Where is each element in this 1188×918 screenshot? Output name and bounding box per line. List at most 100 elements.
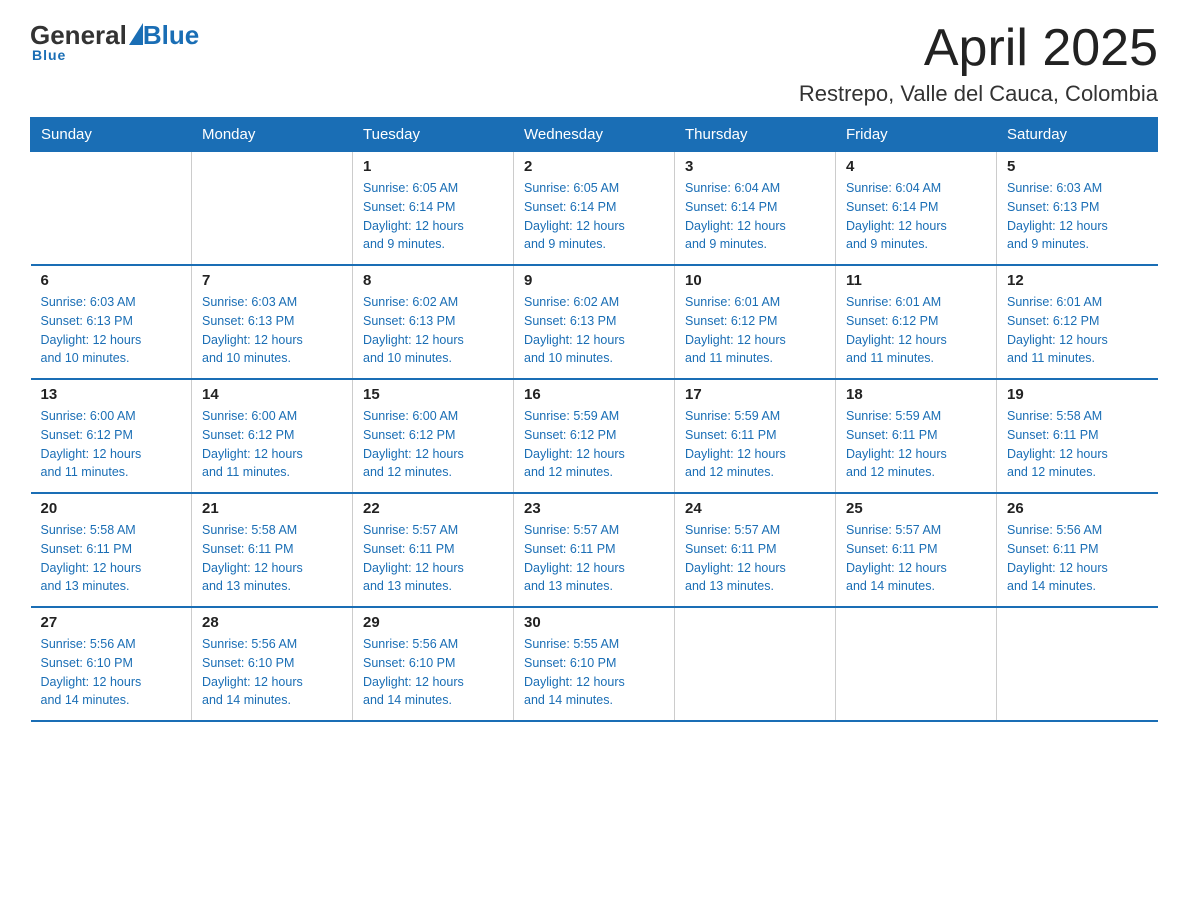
day-info: Sunrise: 5:58 AM Sunset: 6:11 PM Dayligh… (1007, 407, 1148, 482)
calendar-cell: 6 Sunrise: 6:03 AM Sunset: 6:13 PM Daylig… (31, 265, 192, 379)
weekday-header-row: SundayMondayTuesdayWednesdayThursdayFrid… (31, 118, 1158, 152)
day-info: Sunrise: 6:04 AM Sunset: 6:14 PM Dayligh… (685, 179, 825, 254)
day-info: Sunrise: 6:03 AM Sunset: 6:13 PM Dayligh… (1007, 179, 1148, 254)
title-block: April 2025 Restrepo, Valle del Cauca, Co… (799, 20, 1158, 107)
calendar-cell: 22 Sunrise: 5:57 AM Sunset: 6:11 PM Dayli… (353, 493, 514, 607)
weekday-header-wednesday: Wednesday (514, 118, 675, 152)
day-number: 13 (41, 386, 182, 403)
calendar-cell: 16 Sunrise: 5:59 AM Sunset: 6:12 PM Dayli… (514, 379, 675, 493)
calendar-cell: 2 Sunrise: 6:05 AM Sunset: 6:14 PM Daylig… (514, 152, 675, 266)
day-number: 21 (202, 500, 342, 517)
logo-blue-text: Blue (143, 20, 199, 51)
weekday-header-monday: Monday (192, 118, 353, 152)
weekday-header-tuesday: Tuesday (353, 118, 514, 152)
day-info: Sunrise: 6:03 AM Sunset: 6:13 PM Dayligh… (41, 293, 182, 368)
day-info: Sunrise: 5:57 AM Sunset: 6:11 PM Dayligh… (363, 521, 503, 596)
day-info: Sunrise: 6:05 AM Sunset: 6:14 PM Dayligh… (524, 179, 664, 254)
calendar-cell (192, 152, 353, 266)
day-number: 18 (846, 386, 986, 403)
calendar-cell: 24 Sunrise: 5:57 AM Sunset: 6:11 PM Dayli… (675, 493, 836, 607)
day-info: Sunrise: 6:02 AM Sunset: 6:13 PM Dayligh… (524, 293, 664, 368)
day-info: Sunrise: 5:56 AM Sunset: 6:10 PM Dayligh… (41, 635, 182, 710)
day-number: 7 (202, 272, 342, 289)
day-number: 23 (524, 500, 664, 517)
calendar-cell: 26 Sunrise: 5:56 AM Sunset: 6:11 PM Dayli… (997, 493, 1158, 607)
day-info: Sunrise: 6:01 AM Sunset: 6:12 PM Dayligh… (1007, 293, 1148, 368)
day-info: Sunrise: 6:01 AM Sunset: 6:12 PM Dayligh… (846, 293, 986, 368)
subtitle: Restrepo, Valle del Cauca, Colombia (799, 81, 1158, 107)
calendar-cell: 18Sunrise: 5:59 AM Sunset: 6:11 PM Dayli… (836, 379, 997, 493)
calendar-week-row: 6 Sunrise: 6:03 AM Sunset: 6:13 PM Daylig… (31, 265, 1158, 379)
day-info: Sunrise: 5:56 AM Sunset: 6:10 PM Dayligh… (363, 635, 503, 710)
day-number: 16 (524, 386, 664, 403)
day-info: Sunrise: 6:05 AM Sunset: 6:14 PM Dayligh… (363, 179, 503, 254)
calendar-cell: 25Sunrise: 5:57 AM Sunset: 6:11 PM Dayli… (836, 493, 997, 607)
calendar-cell: 10 Sunrise: 6:01 AM Sunset: 6:12 PM Dayli… (675, 265, 836, 379)
calendar-cell: 19 Sunrise: 5:58 AM Sunset: 6:11 PM Dayli… (997, 379, 1158, 493)
day-number: 29 (363, 614, 503, 631)
day-info: Sunrise: 6:04 AM Sunset: 6:14 PM Dayligh… (846, 179, 986, 254)
day-number: 24 (685, 500, 825, 517)
day-number: 4 (846, 158, 986, 175)
day-number: 20 (41, 500, 182, 517)
calendar-cell: 28 Sunrise: 5:56 AM Sunset: 6:10 PM Dayli… (192, 607, 353, 721)
calendar-cell (31, 152, 192, 266)
day-info: Sunrise: 5:59 AM Sunset: 6:12 PM Dayligh… (524, 407, 664, 482)
calendar-cell: 20 Sunrise: 5:58 AM Sunset: 6:11 PM Dayli… (31, 493, 192, 607)
day-number: 26 (1007, 500, 1148, 517)
calendar-cell: 5 Sunrise: 6:03 AM Sunset: 6:13 PM Daylig… (997, 152, 1158, 266)
day-number: 14 (202, 386, 342, 403)
day-info: Sunrise: 5:57 AM Sunset: 6:11 PM Dayligh… (846, 521, 986, 596)
day-number: 11 (846, 272, 986, 289)
calendar-cell (836, 607, 997, 721)
day-number: 2 (524, 158, 664, 175)
day-info: Sunrise: 6:01 AM Sunset: 6:12 PM Dayligh… (685, 293, 825, 368)
calendar-cell: 23 Sunrise: 5:57 AM Sunset: 6:11 PM Dayli… (514, 493, 675, 607)
day-info: Sunrise: 5:58 AM Sunset: 6:11 PM Dayligh… (41, 521, 182, 596)
calendar-cell: 1 Sunrise: 6:05 AM Sunset: 6:14 PM Daylig… (353, 152, 514, 266)
day-number: 9 (524, 272, 664, 289)
calendar-week-row: 1 Sunrise: 6:05 AM Sunset: 6:14 PM Daylig… (31, 152, 1158, 266)
calendar-cell: 12 Sunrise: 6:01 AM Sunset: 6:12 PM Dayli… (997, 265, 1158, 379)
day-info: Sunrise: 5:56 AM Sunset: 6:10 PM Dayligh… (202, 635, 342, 710)
calendar-cell: 9 Sunrise: 6:02 AM Sunset: 6:13 PM Daylig… (514, 265, 675, 379)
day-info: Sunrise: 5:58 AM Sunset: 6:11 PM Dayligh… (202, 521, 342, 596)
calendar-cell: 30 Sunrise: 5:55 AM Sunset: 6:10 PM Dayli… (514, 607, 675, 721)
calendar-cell: 29 Sunrise: 5:56 AM Sunset: 6:10 PM Dayli… (353, 607, 514, 721)
day-number: 6 (41, 272, 182, 289)
day-info: Sunrise: 6:00 AM Sunset: 6:12 PM Dayligh… (363, 407, 503, 482)
day-number: 30 (524, 614, 664, 631)
day-number: 27 (41, 614, 182, 631)
day-info: Sunrise: 5:55 AM Sunset: 6:10 PM Dayligh… (524, 635, 664, 710)
day-info: Sunrise: 5:59 AM Sunset: 6:11 PM Dayligh… (685, 407, 825, 482)
day-number: 8 (363, 272, 503, 289)
calendar-cell: 14Sunrise: 6:00 AM Sunset: 6:12 PM Dayli… (192, 379, 353, 493)
weekday-header-thursday: Thursday (675, 118, 836, 152)
day-number: 15 (363, 386, 503, 403)
day-info: Sunrise: 6:00 AM Sunset: 6:12 PM Dayligh… (41, 407, 182, 482)
day-number: 5 (1007, 158, 1148, 175)
calendar-cell (997, 607, 1158, 721)
day-number: 1 (363, 158, 503, 175)
day-info: Sunrise: 5:57 AM Sunset: 6:11 PM Dayligh… (685, 521, 825, 596)
calendar-cell: 17 Sunrise: 5:59 AM Sunset: 6:11 PM Dayli… (675, 379, 836, 493)
day-info: Sunrise: 5:56 AM Sunset: 6:11 PM Dayligh… (1007, 521, 1148, 596)
calendar-cell: 3Sunrise: 6:04 AM Sunset: 6:14 PM Daylig… (675, 152, 836, 266)
calendar-cell: 8 Sunrise: 6:02 AM Sunset: 6:13 PM Daylig… (353, 265, 514, 379)
weekday-header-sunday: Sunday (31, 118, 192, 152)
day-number: 19 (1007, 386, 1148, 403)
day-number: 12 (1007, 272, 1148, 289)
day-number: 28 (202, 614, 342, 631)
calendar-cell: 13 Sunrise: 6:00 AM Sunset: 6:12 PM Dayli… (31, 379, 192, 493)
day-info: Sunrise: 6:02 AM Sunset: 6:13 PM Dayligh… (363, 293, 503, 368)
day-info: Sunrise: 5:57 AM Sunset: 6:11 PM Dayligh… (524, 521, 664, 596)
weekday-header-saturday: Saturday (997, 118, 1158, 152)
calendar-table: SundayMondayTuesdayWednesdayThursdayFrid… (30, 117, 1158, 722)
day-number: 17 (685, 386, 825, 403)
logo-underline: Blue (32, 47, 66, 63)
day-number: 22 (363, 500, 503, 517)
logo-triangle-icon (129, 23, 143, 45)
calendar-week-row: 13 Sunrise: 6:00 AM Sunset: 6:12 PM Dayli… (31, 379, 1158, 493)
day-number: 10 (685, 272, 825, 289)
calendar-week-row: 27 Sunrise: 5:56 AM Sunset: 6:10 PM Dayli… (31, 607, 1158, 721)
